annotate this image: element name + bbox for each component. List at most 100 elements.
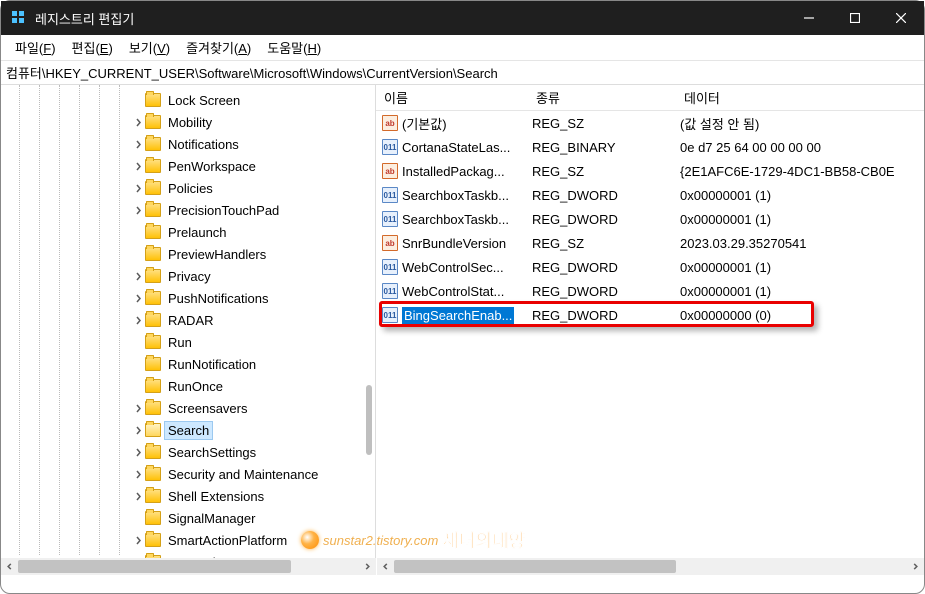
main-area: Lock Screen MobilityNotificationsPenWorks…	[1, 85, 924, 575]
folder-icon	[145, 93, 161, 107]
list-row[interactable]: abSnrBundleVersionREG_SZ2023.03.29.35270…	[376, 231, 924, 255]
value-name: SnrBundleVersion	[402, 236, 506, 251]
chevron-icon[interactable]	[131, 426, 145, 435]
col-header-type[interactable]: 종류	[528, 88, 676, 107]
folder-icon	[145, 137, 161, 151]
list-row[interactable]: 011WebControlSec...REG_DWORD0x00000001 (…	[376, 255, 924, 279]
tree-hscroll[interactable]	[1, 558, 376, 575]
tree-item[interactable]: RunNotification	[131, 353, 375, 375]
menu-편집[interactable]: 편집(E)	[64, 36, 121, 59]
list-row[interactable]: ab(기본값)REG_SZ(값 설정 안 됨)	[376, 111, 924, 135]
list-pane[interactable]: 이름 종류 데이터 ab(기본값)REG_SZ(값 설정 안 됨) 011 Cort…	[376, 85, 924, 575]
chevron-icon[interactable]	[131, 404, 145, 413]
list-hscroll[interactable]	[377, 558, 924, 575]
regedit-app-icon	[11, 10, 27, 26]
value-type: REG_DWORD	[528, 212, 676, 227]
tree-item[interactable]: Search	[131, 419, 375, 441]
tree-item[interactable]: Security and Maintenance	[131, 463, 375, 485]
chevron-icon[interactable]	[131, 118, 145, 127]
tree-item[interactable]: SmartActionPlatform	[131, 529, 375, 551]
list-row[interactable]: 011CortanaStateLas...REG_BINARY0e d7 25 …	[376, 135, 924, 159]
list-row[interactable]: 011WebControlStat...REG_DWORD0x00000001 …	[376, 279, 924, 303]
menu-즐겨찾기[interactable]: 즐겨찾기(A)	[178, 36, 259, 59]
folder-icon	[145, 335, 161, 349]
chevron-icon[interactable]	[131, 492, 145, 501]
tree-vscroll-thumb[interactable]	[366, 385, 372, 455]
tree-label: Lock Screen	[165, 92, 243, 109]
tree-item[interactable]: RunOnce	[131, 375, 375, 397]
tree-item[interactable]: Prelaunch	[131, 221, 375, 243]
folder-icon	[145, 445, 161, 459]
folder-icon	[145, 423, 161, 437]
reg-sz-icon: ab	[382, 163, 398, 179]
tree-pane[interactable]: Lock Screen MobilityNotificationsPenWorks…	[1, 85, 376, 575]
tree-item[interactable]: PenWorkspace	[131, 155, 375, 177]
col-header-name[interactable]: 이름	[376, 88, 528, 107]
scroll-right-icon[interactable]	[359, 558, 376, 575]
reg-binary-icon: 011	[382, 307, 398, 323]
chevron-icon[interactable]	[131, 140, 145, 149]
tree-item[interactable]: Policies	[131, 177, 375, 199]
chevron-icon[interactable]	[131, 294, 145, 303]
tree-item[interactable]: Run	[131, 331, 375, 353]
tree-item[interactable]: Shell Extensions	[131, 485, 375, 507]
list-row[interactable]: 011SearchboxTaskb...REG_DWORD0x00000001 …	[376, 183, 924, 207]
scroll-right-icon[interactable]	[907, 558, 924, 575]
folder-icon	[145, 511, 161, 525]
reg-binary-icon: 011	[382, 283, 398, 299]
value-data: {2E1AFC6E-1729-4DC1-BB58-CB0E	[676, 164, 924, 179]
tree-item[interactable]: PrecisionTouchPad	[131, 199, 375, 221]
folder-icon	[145, 533, 161, 547]
list-row[interactable]: 011BingSearchEnab...REG_DWORD0x00000000 …	[376, 303, 924, 327]
list-row[interactable]: abInstalledPackag...REG_SZ{2E1AFC6E-1729…	[376, 159, 924, 183]
chevron-icon[interactable]	[131, 206, 145, 215]
address-bar[interactable]: 컴퓨터\HKEY_CURRENT_USER\Software\Microsoft…	[1, 61, 924, 85]
tree-guides	[1, 85, 141, 575]
folder-icon	[145, 489, 161, 503]
value-type: REG_BINARY	[528, 140, 676, 155]
folder-icon	[145, 401, 161, 415]
maximize-button[interactable]	[832, 1, 878, 35]
tree-label: Prelaunch	[165, 224, 230, 241]
value-name: CortanaStateLas...	[402, 140, 510, 155]
tree-label: SearchSettings	[165, 444, 259, 461]
tree-label: Privacy	[165, 268, 214, 285]
menu-보기[interactable]: 보기(V)	[121, 36, 178, 59]
value-data: 0x00000001 (1)	[676, 284, 924, 299]
tree-label: PrecisionTouchPad	[165, 202, 282, 219]
minimize-button[interactable]	[786, 1, 832, 35]
close-button[interactable]	[878, 1, 924, 35]
tree-label: Search	[165, 422, 212, 439]
tree-item[interactable]: Mobility	[131, 111, 375, 133]
tree-item[interactable]: Screensavers	[131, 397, 375, 419]
tree-item[interactable]: Lock Screen	[131, 89, 375, 111]
tree-item[interactable]: RADAR	[131, 309, 375, 331]
chevron-icon[interactable]	[131, 470, 145, 479]
value-type: REG_SZ	[528, 116, 676, 131]
chevron-icon[interactable]	[131, 184, 145, 193]
chevron-icon[interactable]	[131, 536, 145, 545]
chevron-icon[interactable]	[131, 272, 145, 281]
tree-item[interactable]: PreviewHandlers	[131, 243, 375, 265]
value-data: 0x00000001 (1)	[676, 212, 924, 227]
scroll-left-icon[interactable]	[377, 558, 394, 575]
tree-item[interactable]: SearchSettings	[131, 441, 375, 463]
chevron-icon[interactable]	[131, 448, 145, 457]
value-type: REG_DWORD	[528, 308, 676, 323]
menu-파일[interactable]: 파일(F)	[7, 36, 64, 59]
chevron-icon[interactable]	[131, 162, 145, 171]
value-data: 0e d7 25 64 00 00 00 00	[676, 140, 924, 155]
tree-item[interactable]: Notifications	[131, 133, 375, 155]
folder-icon	[145, 291, 161, 305]
chevron-icon[interactable]	[131, 316, 145, 325]
reg-sz-icon: ab	[382, 115, 398, 131]
tree-item[interactable]: PushNotifications	[131, 287, 375, 309]
folder-icon	[145, 313, 161, 327]
list-row[interactable]: 011SearchboxTaskb...REG_DWORD0x00000001 …	[376, 207, 924, 231]
tree-item[interactable]: Privacy	[131, 265, 375, 287]
tree-item[interactable]: SignalManager	[131, 507, 375, 529]
col-header-data[interactable]: 데이터	[676, 88, 924, 107]
menu-도움말[interactable]: 도움말(H)	[259, 36, 329, 59]
scroll-left-icon[interactable]	[1, 558, 18, 575]
value-type: REG_DWORD	[528, 260, 676, 275]
